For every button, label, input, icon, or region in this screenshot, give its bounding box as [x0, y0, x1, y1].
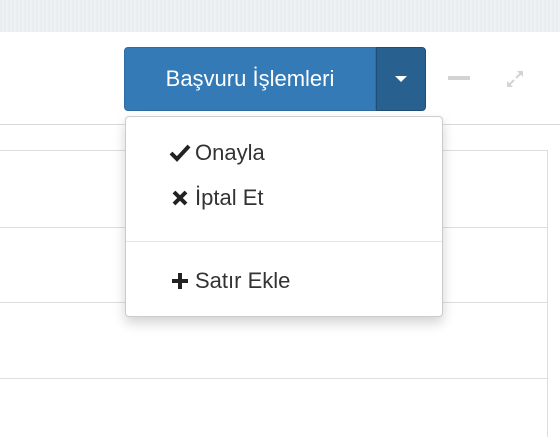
islemler-dropdown-menu: Onayla İptal Et Satır Ekle — [125, 116, 443, 317]
times-icon — [168, 186, 192, 210]
checkmark-icon — [168, 141, 192, 165]
collapse-icon[interactable] — [448, 76, 470, 80]
top-bar — [0, 0, 560, 32]
menu-item-iptal-et[interactable]: İptal Et — [126, 178, 442, 218]
caret-down-icon — [395, 76, 407, 82]
table-row-divider — [0, 378, 548, 379]
menu-item-label: Onayla — [195, 140, 265, 165]
basvuru-islemleri-label: Başvuru İşlemleri — [165, 66, 335, 91]
dropdown-toggle-button[interactable] — [376, 47, 426, 111]
basvuru-islemleri-split-button: Başvuru İşlemleri — [124, 47, 426, 111]
page: Başvuru İşlemleri Onayla İptal Et Satır … — [0, 0, 560, 437]
plus-icon — [168, 269, 192, 293]
menu-item-onayla[interactable]: Onayla — [126, 133, 442, 173]
menu-divider — [126, 241, 442, 242]
expand-icon[interactable] — [503, 67, 527, 91]
basvuru-islemleri-button[interactable]: Başvuru İşlemleri — [124, 47, 376, 111]
menu-item-satir-ekle[interactable]: Satır Ekle — [126, 261, 442, 301]
menu-item-label: Satır Ekle — [195, 268, 291, 293]
menu-item-label: İptal Et — [195, 185, 264, 210]
